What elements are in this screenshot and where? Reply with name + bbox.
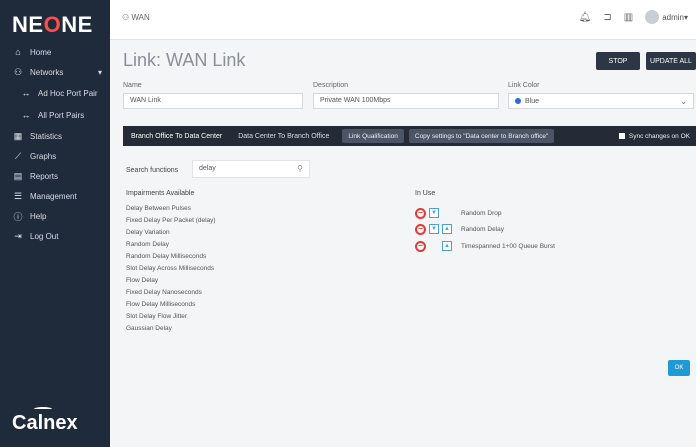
link-color-label: Link Color xyxy=(508,82,540,89)
sidebar: NEONE ⌂ Home ⚇ Networks ▾ ↔ Ad Hoc Port … xyxy=(0,0,110,447)
calnex-logo: Calnex xyxy=(12,407,78,435)
move-up-icon[interactable]: ▲ xyxy=(442,241,452,251)
list-item[interactable]: Slot Delay Flow Jitter xyxy=(126,313,216,325)
search-input[interactable]: delay ⚲ xyxy=(192,160,310,178)
list-item[interactable]: Delay Between Pulses xyxy=(126,205,216,217)
search-functions-label: Search functions xyxy=(126,167,179,174)
impairments-available-header: Impairments Available xyxy=(126,190,195,197)
network-icon: ⚇ xyxy=(13,66,23,77)
user-menu[interactable]: admin ▾ xyxy=(645,10,688,24)
remove-icon[interactable]: − xyxy=(415,240,426,252)
sync-changes-checkbox[interactable]: Sync changes on OK xyxy=(618,133,690,140)
document-icon: ▤ xyxy=(13,170,23,181)
bell-icon[interactable]: 🔔︎ xyxy=(579,12,592,23)
swap-icon: ↔ xyxy=(21,110,31,120)
layout-icon[interactable]: ⊐ xyxy=(603,12,611,23)
in-use-header: In Use xyxy=(415,190,436,197)
name-label: Name xyxy=(123,82,142,89)
description-field[interactable]: Private WAN 100Mbps xyxy=(313,93,499,109)
checkbox-icon xyxy=(618,133,625,139)
calnex-swoosh xyxy=(34,407,52,411)
sidebar-item-ad-hoc-port-pair[interactable]: ↔ Ad Hoc Port Pair xyxy=(0,82,110,104)
page-title: Link: WAN Link xyxy=(123,50,246,70)
impairments-available-list: Delay Between Pulses Fixed Delay Per Pac… xyxy=(126,205,216,337)
update-all-button[interactable]: UPDATE ALL xyxy=(646,52,696,70)
color-swatch xyxy=(515,98,521,104)
sidebar-item-graphs[interactable]: ⟋ Graphs xyxy=(0,146,110,166)
stop-button[interactable]: STOP xyxy=(596,52,640,70)
list-item[interactable]: Fixed Delay Nanoseconds xyxy=(126,289,216,301)
description-label: Description xyxy=(313,82,349,89)
name-field[interactable]: WAN Link xyxy=(123,93,303,109)
chevron-down-icon: ⌄ xyxy=(680,96,687,106)
sidebar-item-help[interactable]: ⓘ Help xyxy=(0,206,110,226)
sidebar-nav: ⌂ Home ⚇ Networks ▾ ↔ Ad Hoc Port Pair ↔… xyxy=(0,42,110,246)
move-down-icon[interactable]: ▼ xyxy=(429,208,439,218)
in-use-row: − ▼ ▲ Random Delay xyxy=(415,222,504,236)
remove-icon[interactable]: − xyxy=(415,223,426,235)
direction-tabs: Branch Office To Data Center Data Center… xyxy=(123,126,696,146)
ok-button[interactable]: OK xyxy=(668,360,690,376)
sidebar-item-management[interactable]: ☰ Management xyxy=(0,186,110,206)
logout-icon: ⇥ xyxy=(14,230,22,241)
sidebar-item-statistics[interactable]: ▦ Statistics xyxy=(0,126,110,146)
list-item[interactable]: Random Delay xyxy=(126,241,216,253)
sidebar-item-home[interactable]: ⌂ Home xyxy=(0,42,110,62)
move-up-icon[interactable]: ▲ xyxy=(442,224,452,234)
list-item[interactable]: Flow Delay Milliseconds xyxy=(126,301,216,313)
sliders-icon: ☰ xyxy=(13,190,23,201)
neone-logo: NEONE xyxy=(12,12,93,37)
remove-icon[interactable]: − xyxy=(415,207,426,219)
tab-data-center-to-branch[interactable]: Data Center To Branch Office xyxy=(230,126,337,146)
link-color-select[interactable]: Blue ⌄ xyxy=(508,93,694,109)
table-icon: ▦ xyxy=(13,130,23,141)
list-item[interactable]: Random Delay Milliseconds xyxy=(126,253,216,265)
list-item[interactable]: Flow Delay xyxy=(126,277,216,289)
home-icon: ⌂ xyxy=(15,47,21,57)
copy-settings-button[interactable]: Copy settings to "Data center to Branch … xyxy=(408,129,555,143)
list-item[interactable]: Gaussian Delay xyxy=(126,325,216,337)
sidebar-item-log-out[interactable]: ⇥ Log Out xyxy=(0,226,110,246)
chevron-down-icon: ▾ xyxy=(683,12,688,22)
top-bar: ⚇ WAN 🔔︎ ⊐ ▥ admin ▾ xyxy=(110,0,696,40)
link-qualification-button[interactable]: Link Qualification xyxy=(342,129,404,143)
info-icon: ⓘ xyxy=(13,211,23,222)
chart-icon: ⟋ xyxy=(14,150,22,161)
calendar-icon[interactable]: ▥ xyxy=(624,12,633,23)
network-icon: ⚇ xyxy=(122,13,130,22)
sidebar-item-reports[interactable]: ▤ Reports xyxy=(0,166,110,186)
list-item[interactable]: Fixed Delay Per Packet (delay) xyxy=(126,217,216,229)
in-use-row: − ▲ Timespanned 1+00 Queue Burst xyxy=(415,239,555,253)
in-use-row: − ▼ Random Drop xyxy=(415,206,501,220)
sidebar-item-all-port-pairs[interactable]: ↔ All Port Pairs xyxy=(0,104,110,126)
breadcrumb: ⚇ WAN xyxy=(122,13,150,22)
move-down-icon[interactable]: ▼ xyxy=(429,224,439,234)
swap-icon: ↔ xyxy=(21,88,31,98)
search-icon: ⚲ xyxy=(297,164,303,173)
avatar xyxy=(645,10,660,24)
list-item[interactable]: Slot Delay Across Milliseconds xyxy=(126,265,216,277)
sidebar-item-networks[interactable]: ⚇ Networks ▾ xyxy=(0,62,110,82)
chevron-down-icon: ▾ xyxy=(97,67,102,77)
tab-branch-to-data-center[interactable]: Branch Office To Data Center xyxy=(123,126,230,146)
list-item[interactable]: Delay Variation xyxy=(126,229,216,241)
top-icons: 🔔︎ ⊐ ▥ admin ▾ xyxy=(579,10,688,24)
